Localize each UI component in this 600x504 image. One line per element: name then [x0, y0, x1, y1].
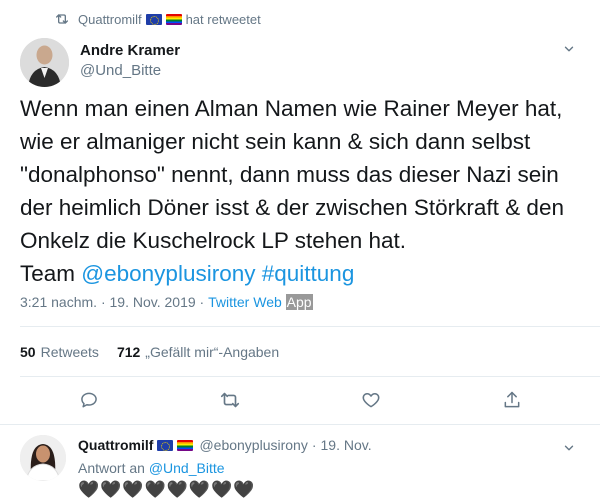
- rainbow-flag-emoji: [177, 439, 194, 451]
- rainbow-flag-emoji: [165, 13, 182, 25]
- likes-label: „Gefällt mir“-Angaben: [145, 344, 280, 360]
- author-name-link[interactable]: Andre Kramer: [80, 42, 180, 59]
- divider: [20, 326, 600, 327]
- tweet-time-link[interactable]: 3:21 nachm.: [20, 294, 97, 310]
- divider: [20, 376, 600, 377]
- likes-count: 712: [116, 344, 141, 360]
- tweet-text-body: Wenn man einen Alman Namen wie Rainer Me…: [20, 96, 564, 286]
- reply-to-handle-link[interactable]: @Und_Bitte: [149, 460, 225, 476]
- reply-context: Antwort an @Und_Bitte: [78, 460, 225, 476]
- chevron-down-icon[interactable]: [560, 439, 578, 457]
- author-avatar[interactable]: [20, 38, 69, 87]
- share-icon[interactable]: [500, 388, 524, 412]
- eu-flag-emoji: [145, 13, 162, 25]
- tweet-text: Wenn man einen Alman Namen wie Rainer Me…: [20, 92, 590, 290]
- eu-flag-emoji: [157, 439, 174, 451]
- hashtag-link[interactable]: #quittung: [262, 261, 355, 286]
- tweet-author-row: Andre Kramer @Und_Bitte: [20, 38, 580, 88]
- likes-stat[interactable]: 712 „Gefällt mir“-Angaben: [117, 344, 279, 360]
- reply-author-handle-link[interactable]: @ebonyplusirony: [199, 437, 307, 453]
- reply-separator: ·: [311, 437, 317, 453]
- meta-separator: ·: [97, 294, 110, 310]
- source-text: Twitter Web: [208, 294, 286, 310]
- retweeter-name-link[interactable]: Quattromilf: [78, 12, 142, 27]
- like-icon[interactable]: [359, 388, 383, 412]
- retweet-label: hat retweetet: [185, 11, 261, 27]
- meta-separator: ·: [195, 294, 209, 310]
- retweet-icon: [54, 11, 70, 27]
- retweets-stat[interactable]: 50 Retweets: [20, 344, 99, 360]
- tweet-meta: 3:21 nachm. · 19. Nov. 2019 · Twitter We…: [20, 292, 313, 312]
- retweets-count: 50: [20, 344, 36, 360]
- mention-link[interactable]: @ebonyplusirony: [81, 261, 255, 286]
- reply-to-label: Antwort an: [78, 460, 145, 476]
- retweet-icon[interactable]: [218, 388, 242, 412]
- retweet-banner: Quattromilf hat retweetet: [54, 9, 261, 29]
- reply-date-link[interactable]: 19. Nov.: [321, 437, 372, 453]
- reply-header: Quattromilf @ebonyplusirony · 19. Nov.: [78, 437, 372, 453]
- retweets-label: Retweets: [40, 344, 99, 360]
- reply-text: 🖤🖤🖤🖤🖤🖤🖤🖤: [78, 480, 256, 499]
- tweet-date: 19. Nov. 2019: [109, 294, 196, 310]
- reply-author-name-link[interactable]: Quattromilf: [78, 437, 153, 453]
- reply-avatar[interactable]: [20, 435, 66, 481]
- tweet-stats: 50 Retweets 712 „Gefällt mir“-Angaben: [20, 342, 297, 362]
- reply-tweet[interactable]: Quattromilf @ebonyplusirony · 19. Nov. A…: [0, 425, 600, 504]
- tweet-source-link[interactable]: Twitter Web App: [208, 294, 313, 310]
- author-handle-link[interactable]: @Und_Bitte: [80, 62, 161, 79]
- chevron-down-icon[interactable]: [560, 40, 578, 58]
- reply-icon[interactable]: [77, 388, 101, 412]
- tweet-actions: [20, 388, 580, 414]
- source-highlight: App: [285, 294, 313, 310]
